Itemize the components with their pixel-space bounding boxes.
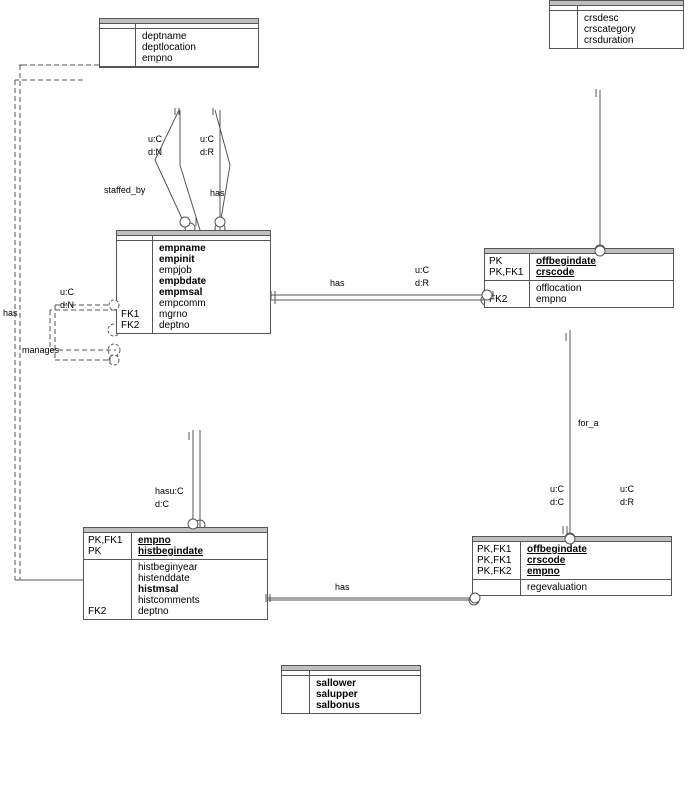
hasu-dc-lbl: hasu:Cd:C <box>155 485 184 511</box>
emp-attr-empbdate: empbdate <box>159 276 206 287</box>
reg-attrs: regevaluation <box>521 580 593 595</box>
emp-fk2-label: FK2 <box>121 320 148 331</box>
registration-entity: PK,FK1 PK,FK1 PK,FK2 offbegindate crscod… <box>472 536 672 596</box>
salgrade-entity: sallower salupper salbonus <box>281 665 421 714</box>
offering-pk-label: PK <box>489 256 525 267</box>
course-attr-1: crsdesc <box>584 13 636 24</box>
department-entity: deptname deptlocation empno <box>99 18 259 68</box>
manages-text: manages <box>22 345 59 355</box>
dept-attrs: deptname deptlocation empno <box>136 29 202 66</box>
reg-attr-reg: regevaluation <box>527 582 587 593</box>
course-empty-label <box>550 11 578 48</box>
offering-attr-1: offlocation <box>536 283 581 294</box>
dept-attr-2: deptlocation <box>142 42 196 53</box>
history-attr-4: histcomments <box>138 595 200 606</box>
offering-attrs: offlocation empno <box>530 281 587 307</box>
emp-attr-empinit: empinit <box>159 254 206 265</box>
sal-attr-2: salupper <box>316 689 360 700</box>
uc-dr-label1: u:Cd:R <box>200 133 214 159</box>
offering-attr-2: empno <box>536 294 581 305</box>
has-emp-off-text: has <box>330 278 345 288</box>
has-hist-reg-text: has <box>335 582 350 592</box>
offering-pk-attrs: offbegindate crscode <box>530 254 602 280</box>
course-pk-attr <box>578 6 590 10</box>
sal-attrs: sallower salupper salbonus <box>310 676 366 713</box>
emp-attr-empjob: empjob <box>159 265 206 276</box>
sal-attr-1: sallower <box>316 678 360 689</box>
history-pkfk1-label: PK,FK1 <box>88 535 127 546</box>
course-entity: crsdesc crscategory crsduration <box>549 0 684 49</box>
history-pk-labels: PK,FK1 PK <box>84 533 132 559</box>
offering-entity: PK PK,FK1 offbegindate crscode FK2 offlo… <box>484 248 674 308</box>
reg-pk2-label: PK,FK1 <box>477 555 516 566</box>
reg-pk-attrs: offbegindate crscode empno <box>521 542 593 579</box>
history-pk-attrs: empno histbegindate <box>132 533 209 559</box>
offering-pkfk-label: PK,FK1 <box>489 267 525 278</box>
emp-attr-empcomm: empcomm <box>159 298 206 309</box>
history-entity: PK,FK1 PK empno histbegindate FK2 histbe… <box>83 527 268 620</box>
dept-fk-label <box>100 29 136 66</box>
history-fk2-col: FK2 <box>84 560 132 619</box>
reg-pk1-label: PK,FK1 <box>477 544 516 555</box>
course-attrs: crsdesc crscategory crsduration <box>578 11 642 48</box>
emp-attr-deptno: deptno <box>159 320 206 331</box>
course-attr-2: crscategory <box>584 24 636 35</box>
reg-attr-2: crscode <box>527 555 587 566</box>
erd-diagram: deptname deptlocation empno crsdesc crsc… <box>0 0 690 803</box>
history-attr-3: histmsal <box>138 584 200 595</box>
sal-pk-label <box>282 671 310 675</box>
uc-dn-label1: u:Cd:N <box>148 133 162 159</box>
course-pk-label <box>550 6 578 10</box>
dept-pk-label <box>100 24 136 28</box>
has-text-left: has <box>3 308 18 318</box>
history-attr-2: histenddate <box>138 573 200 584</box>
reg-attr-1: offbegindate <box>527 544 587 555</box>
reg-attr-3: empno <box>527 566 587 577</box>
course-attr-3: crsduration <box>584 35 636 46</box>
staffed-by-text: staffed_by <box>104 185 145 195</box>
emp-fk-labels: FK1 FK2 <box>117 241 153 333</box>
sal-pk-attr <box>310 671 322 675</box>
employee-entity: FK1 FK2 empname empinit empjob empbdate … <box>116 230 271 334</box>
emp-fk1-label: FK1 <box>121 309 148 320</box>
uc-dn-mgr: u:Cd:N <box>60 286 74 312</box>
emp-attr-mgrno: mgrno <box>159 309 206 320</box>
sal-attr-3: salbonus <box>316 700 360 711</box>
history-attr-5: deptno <box>138 606 200 617</box>
sal-empty-label <box>282 676 310 713</box>
offering-fk2-label: FK2 <box>489 294 525 305</box>
dept-attr-1: deptname <box>142 31 196 42</box>
dept-pk-attr <box>136 24 148 28</box>
dept-attr-3: empno <box>142 53 196 64</box>
history-attrs: histbeginyear histenddate histmsal histc… <box>132 560 206 619</box>
emp-attr-empmsal: empmsal <box>159 287 206 298</box>
reg-pk-labels: PK,FK1 PK,FK1 PK,FK2 <box>473 542 521 579</box>
uc-dc-for-a: u:Cd:C <box>550 483 564 509</box>
history-fk2-label: FK2 <box>88 606 127 617</box>
offering-fk2-label-col: FK2 <box>485 281 530 307</box>
history-pkfk-attr: histbegindate <box>138 546 203 557</box>
offering-pk-attr: offbegindate <box>536 256 596 267</box>
offering-pk-labels: PK PK,FK1 <box>485 254 530 280</box>
uc-dr-for-a: u:Cd:R <box>620 483 634 509</box>
has-dept-emp-text: has <box>210 188 225 198</box>
for-a-text: for_a <box>578 418 599 428</box>
emp-pk-attr <box>153 236 165 240</box>
emp-attrs: empname empinit empjob empbdate empmsal … <box>153 241 212 333</box>
history-pk-attr: empno <box>138 535 203 546</box>
offering-pkfk-attr: crscode <box>536 267 596 278</box>
emp-pk-label <box>117 236 153 240</box>
emp-attr-empname: empname <box>159 243 206 254</box>
history-pk-label: PK <box>88 546 127 557</box>
reg-empty-label <box>473 580 521 595</box>
uc-dr-offer-lbl: u:Cd:R <box>415 264 429 290</box>
history-attr-1: histbeginyear <box>138 562 200 573</box>
reg-pk3-label: PK,FK2 <box>477 566 516 577</box>
